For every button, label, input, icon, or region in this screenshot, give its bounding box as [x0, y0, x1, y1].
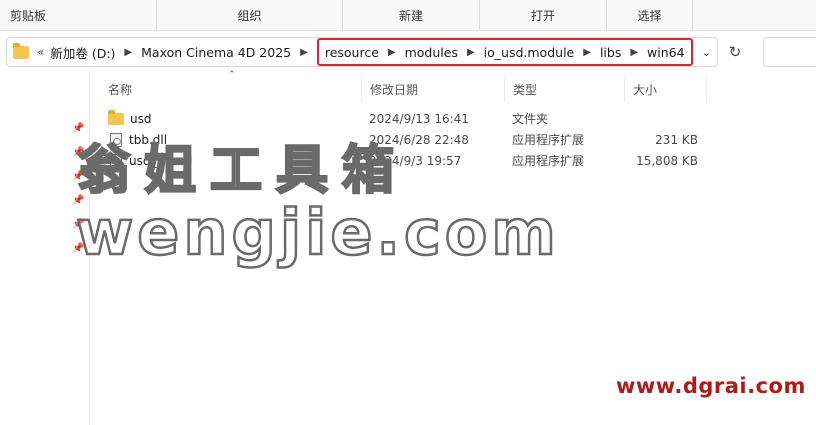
highlighted-path-box: resource ▶ modules ▶ io_usd.module ▶ lib… [316, 38, 693, 66]
breadcrumb-io-usd-module[interactable]: io_usd.module [484, 45, 575, 60]
file-name-cell[interactable]: tbb.dll [108, 129, 167, 150]
pin-icon[interactable]: 📌 [72, 195, 84, 207]
ribbon-group-clipboard: 剪贴板 [0, 0, 157, 31]
file-row[interactable]: tbb.dll 2024/6/28 22:48 应用程序扩展 231 KB [100, 129, 710, 150]
breadcrumb-overflow-button[interactable]: « [37, 45, 44, 59]
breadcrumb-chevron-icon[interactable]: ▶ [630, 47, 638, 58]
column-header-date-label: 修改日期 [370, 82, 419, 97]
breadcrumb-drive[interactable]: 新加卷 (D:) [50, 43, 115, 62]
file-type: 应用程序扩展 [512, 133, 585, 147]
file-size [620, 108, 698, 129]
search-input[interactable] [763, 37, 816, 67]
ribbon-group-open: 打开 [480, 0, 607, 31]
pin-icon[interactable]: 📌 [72, 147, 84, 159]
file-type: 应用程序扩展 [512, 154, 585, 168]
breadcrumb-chevron-icon[interactable]: ▶ [583, 47, 591, 58]
breadcrumb-win64[interactable]: win64 [647, 45, 685, 60]
breadcrumb-modules[interactable]: modules [405, 45, 458, 60]
navigation-row: « 新加卷 (D:) ▶ Maxon Cinema 4D 2025 ▶ reso… [0, 31, 816, 71]
ribbon-group-clipboard-label: 剪贴板 [10, 9, 47, 23]
file-name-cell[interactable]: usd [108, 108, 151, 129]
breadcrumb-chevron-icon[interactable]: ▶ [300, 47, 308, 58]
file-date: 2024/6/28 22:48 [369, 132, 469, 147]
breadcrumb-chevron-icon[interactable]: ▶ [388, 47, 396, 58]
breadcrumb-chevron-icon[interactable]: ▶ [467, 47, 475, 58]
column-header-type[interactable]: 类型 [505, 76, 625, 102]
navigation-pane[interactable]: 📌 📌 📌 📌 📌 📌 [0, 71, 90, 425]
dll-file-icon [110, 153, 122, 168]
breadcrumb-cinema4d[interactable]: Maxon Cinema 4D 2025 [141, 45, 291, 60]
file-name: usd [130, 111, 152, 126]
ribbon-group-new-label: 新建 [398, 9, 423, 23]
file-row[interactable]: usd_ms.dll 2024/9/3 19:57 应用程序扩展 15,808 … [100, 150, 710, 171]
folder-icon [13, 42, 29, 59]
file-name-cell[interactable]: usd_ms.dll [108, 150, 193, 171]
column-header-date[interactable]: 修改日期 [362, 76, 505, 102]
refresh-button[interactable]: ↻ [720, 37, 750, 67]
file-date: 2024/9/13 16:41 [369, 111, 469, 126]
ribbon-group-organize-label: 组织 [237, 9, 262, 23]
folder-icon [108, 109, 124, 125]
ribbon-group-organize: 组织 [157, 0, 343, 31]
address-dropdown-chevron-icon[interactable]: ⌄ [702, 38, 711, 66]
file-name: usd_ms.dll [129, 153, 193, 168]
file-size: 231 KB [655, 132, 698, 147]
ribbon-bar: ︶ 剪贴板 组织 新建 打开 选择 [0, 0, 816, 31]
column-header-size[interactable]: 大小 [625, 76, 707, 102]
file-date: 2024/9/3 19:57 [369, 153, 462, 168]
watermark-url: wengjie.com [75, 195, 560, 271]
dll-file-icon [110, 132, 122, 147]
column-header-name-label: 名称 [108, 82, 133, 97]
pin-icon[interactable]: 📌 [72, 219, 84, 231]
breadcrumb-resource[interactable]: resource [325, 45, 379, 60]
ribbon-group-select: 选择 [607, 0, 693, 31]
ribbon-group-select-label: 选择 [637, 9, 662, 23]
refresh-icon: ↻ [728, 43, 742, 61]
pin-icon[interactable]: 📌 [72, 243, 84, 255]
column-header-size-label: 大小 [633, 82, 658, 97]
address-bar[interactable]: « 新加卷 (D:) ▶ Maxon Cinema 4D 2025 ▶ reso… [6, 37, 718, 67]
file-name: tbb.dll [129, 132, 168, 147]
ribbon-group-open-label: 打开 [530, 9, 555, 23]
ribbon-group-new: 新建 [343, 0, 480, 31]
pin-icon[interactable]: 📌 [72, 123, 84, 135]
file-size: 15,808 KB [636, 153, 698, 168]
column-header-name[interactable]: 名称 [100, 76, 362, 102]
watermark-site: www.dgrai.com [616, 374, 806, 398]
file-type: 文件夹 [512, 112, 549, 126]
pin-icon[interactable]: 📌 [72, 171, 84, 183]
column-header-type-label: 类型 [513, 82, 538, 97]
file-row[interactable]: usd 2024/9/13 16:41 文件夹 [100, 108, 710, 129]
breadcrumb-libs[interactable]: libs [600, 45, 621, 60]
breadcrumb-chevron-icon[interactable]: ▶ [124, 47, 132, 58]
